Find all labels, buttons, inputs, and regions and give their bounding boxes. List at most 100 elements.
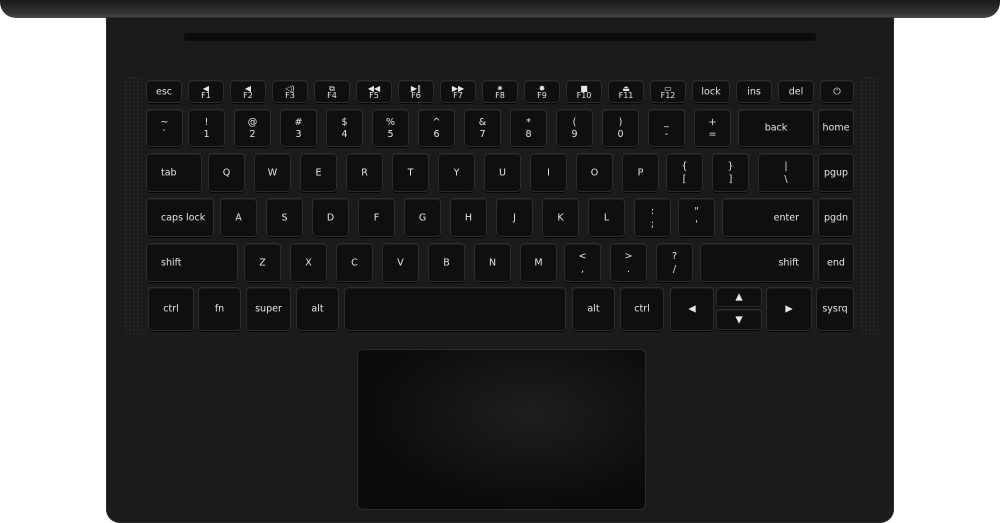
key-x[interactable]: X (290, 243, 327, 282)
key-h-label: H (464, 212, 473, 223)
key-fn[interactable]: fn (198, 287, 241, 331)
key-9[interactable]: (9 (556, 109, 593, 147)
key-2[interactable]: @2 (234, 109, 271, 147)
key-i[interactable]: I (530, 153, 567, 192)
key-v[interactable]: V (382, 243, 419, 282)
key-g[interactable]: G (404, 198, 441, 237)
key-slash[interactable]: ? / (656, 243, 693, 282)
key-f4[interactable]: ⧉ F4 (314, 80, 350, 103)
key-space[interactable] (344, 287, 566, 331)
key-f6[interactable]: ▶‖ F6 (398, 80, 434, 103)
key-down[interactable]: ▼ (716, 309, 762, 330)
key-lshift[interactable]: shift (146, 243, 238, 282)
key-s[interactable]: S (266, 198, 303, 237)
key-p[interactable]: P (622, 153, 659, 192)
key-backslash[interactable]: | \ (758, 153, 814, 192)
key-esc[interactable]: esc (146, 80, 182, 103)
key-f11[interactable]: ⏏ F11 (608, 80, 644, 103)
key-r[interactable]: R (346, 153, 383, 192)
key-minus[interactable]: _ - (648, 109, 685, 147)
key-0[interactable]: ) 0 (602, 109, 639, 147)
key-period[interactable]: >. (610, 243, 647, 282)
key-end[interactable]: end (818, 243, 854, 282)
key-w[interactable]: W (254, 153, 291, 192)
key-f12[interactable]: ▭ F12 (650, 80, 686, 103)
key-3-label: 3 (295, 129, 302, 140)
key-f2[interactable]: ◀ F2 (230, 80, 266, 103)
key-b[interactable]: B (428, 243, 465, 282)
key-quote[interactable]: " ' (678, 198, 715, 237)
key-f10[interactable]: ■ F10 (566, 80, 602, 103)
key-4[interactable]: $4 (326, 109, 363, 147)
key-3[interactable]: #3 (280, 109, 317, 147)
key-power[interactable]: ⏻ (820, 80, 854, 103)
key-equals-shift-label: + (708, 117, 717, 128)
key-8[interactable]: * 8 (510, 109, 547, 147)
key-pgdn[interactable]: pgdn (818, 198, 854, 237)
key-o[interactable]: O (576, 153, 613, 192)
key-capslock[interactable]: caps lock (146, 198, 214, 237)
trackpad[interactable] (357, 349, 646, 510)
key-enter[interactable]: enter (722, 198, 814, 237)
key-n-label: N (488, 257, 497, 268)
key-super[interactable]: super (246, 287, 291, 331)
key-l[interactable]: L (588, 198, 625, 237)
key-1[interactable]: ! 1 (188, 109, 225, 147)
key-6[interactable]: ^ 6 (418, 109, 455, 147)
key-lctrl[interactable]: ctrl (148, 287, 194, 331)
key-u-label: U (499, 167, 506, 178)
key-1-label: 1 (203, 129, 210, 140)
key-del[interactable]: del (778, 80, 814, 103)
key-f9[interactable]: ✸ F9 (524, 80, 560, 103)
key-j[interactable]: J (496, 198, 533, 237)
key-y[interactable]: Y (438, 153, 475, 192)
key-home[interactable]: home (818, 109, 854, 147)
key-ralt[interactable]: alt (572, 287, 615, 331)
key-z[interactable]: Z (244, 243, 281, 282)
key-5[interactable]: % 5 (372, 109, 409, 147)
key-right[interactable]: ▶ (766, 287, 812, 331)
key-semicolon-shift-label: : (650, 206, 655, 217)
key-m[interactable]: M (520, 243, 557, 282)
key-u[interactable]: U (484, 153, 521, 192)
key-7[interactable]: & 7 (464, 109, 501, 147)
key-slash-shift-label: ? (671, 251, 678, 262)
key-equals[interactable]: + = (694, 109, 731, 147)
key-tab[interactable]: tab (146, 153, 202, 192)
key-e[interactable]: E (300, 153, 337, 192)
key-tilde[interactable]: ~ ` (146, 109, 183, 147)
key-rbracket-shift-label: } (727, 161, 734, 172)
key-comma[interactable]: <, (564, 243, 601, 282)
key-3-shift-label: # (294, 117, 303, 128)
key-left[interactable]: ◀ (670, 287, 714, 331)
key-a[interactable]: A (220, 198, 257, 237)
key-lalt[interactable]: alt (296, 287, 339, 331)
key-d[interactable]: D (312, 198, 349, 237)
key-rbracket[interactable]: }] (712, 153, 749, 192)
key-pgup[interactable]: pgup (818, 153, 854, 192)
key-f8[interactable]: ✷ F8 (482, 80, 518, 103)
key-f1[interactable]: ◀ F1 (188, 80, 224, 103)
key-t[interactable]: T (392, 153, 429, 192)
key-f11-label: F11 (618, 91, 634, 100)
key-k[interactable]: K (542, 198, 579, 237)
key-rshift[interactable]: shift (700, 243, 814, 282)
key-f7[interactable]: ▶▶ F7 (440, 80, 476, 103)
key-f3[interactable]: ◁) F3 (272, 80, 308, 103)
key-lock[interactable]: lock (692, 80, 730, 103)
key-rctrl[interactable]: ctrl (620, 287, 664, 331)
key-back[interactable]: back (738, 109, 814, 147)
key-c[interactable]: C (336, 243, 373, 282)
key-h[interactable]: H (450, 198, 487, 237)
key-q[interactable]: Q (208, 153, 245, 192)
key-ins[interactable]: ins (736, 80, 772, 103)
key-n[interactable]: N (474, 243, 511, 282)
key-sysrq[interactable]: sysrq (816, 287, 854, 331)
key-up[interactable]: ▲ (716, 287, 762, 307)
key-ins-label: ins (747, 86, 761, 97)
key-f5[interactable]: ◀◀ F5 (356, 80, 392, 103)
key-m-label: M (534, 257, 543, 268)
key-semicolon[interactable]: :; (634, 198, 671, 237)
key-f[interactable]: F (358, 198, 395, 237)
key-lbracket[interactable]: {[ (666, 153, 703, 192)
